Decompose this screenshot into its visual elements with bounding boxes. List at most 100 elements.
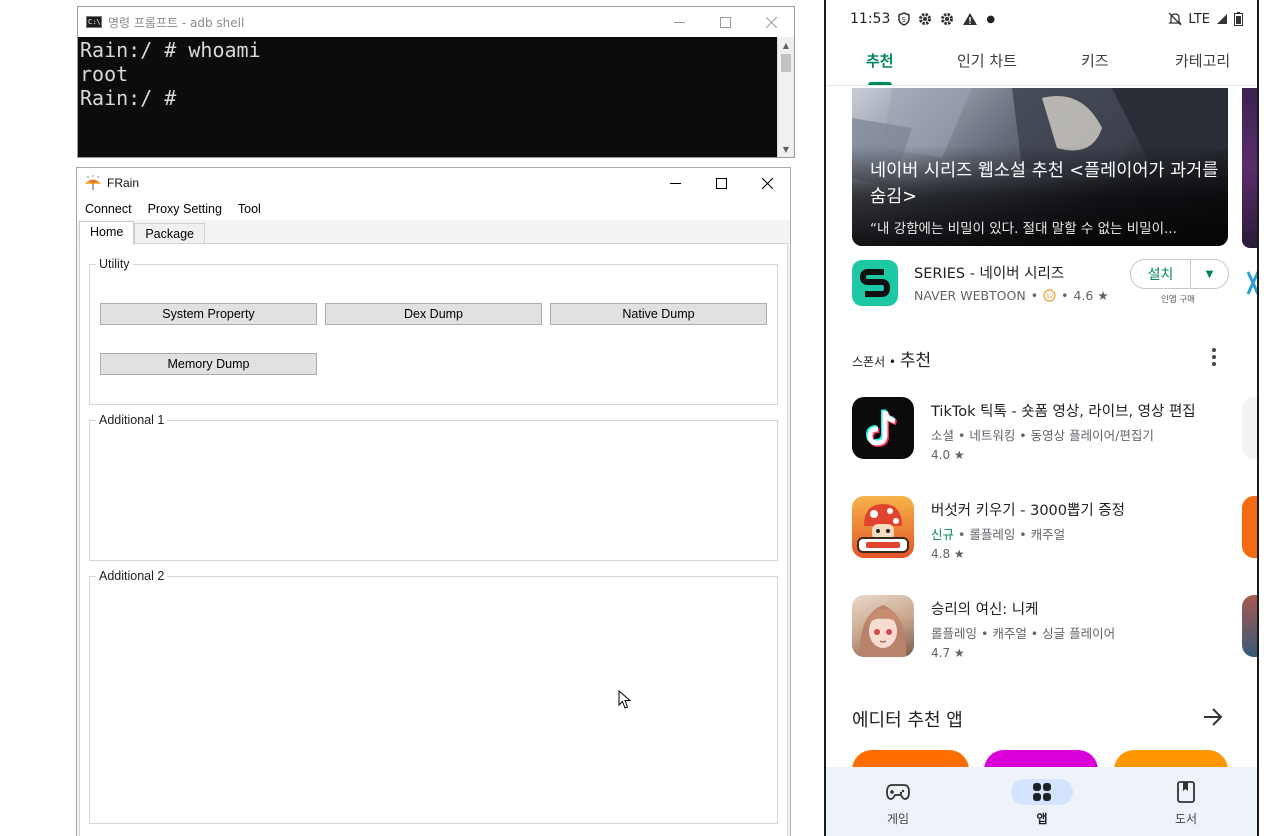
android-screen: 11:53 S ● LTE 추천 인기 차트 키즈 카테고리 네이버 시리즈 웹… bbox=[824, 0, 1259, 836]
more-options-icon[interactable] bbox=[1212, 348, 1216, 366]
inapp-purchase-label: 인앱 구매 bbox=[1161, 295, 1195, 305]
featured-app-rating: 4.6 ★ bbox=[1073, 288, 1109, 303]
sponsored-prefix: 스폰서 • bbox=[852, 355, 900, 369]
bottom-nav-games-label: 게임 bbox=[886, 812, 910, 826]
cmd-maximize-button[interactable] bbox=[702, 7, 748, 37]
frain-title: FRain bbox=[107, 176, 140, 190]
next-featured-peek-icon bbox=[1246, 271, 1257, 295]
menu-connect[interactable]: Connect bbox=[85, 202, 132, 216]
dot-icon: ● bbox=[986, 13, 996, 25]
native-dump-button[interactable]: Native Dump bbox=[550, 303, 767, 325]
featured-app-row[interactable]: SERIES - 네이버 시리즈 NAVER WEBTOON • 12 • 4.… bbox=[852, 258, 1242, 308]
app-name: 버섯커 키우기 - 3000뽑기 증정 bbox=[931, 503, 1125, 519]
top-nav: 추천 인기 차트 키즈 카테고리 bbox=[826, 38, 1257, 86]
scroll-thumb[interactable] bbox=[781, 54, 791, 72]
next-banner-peek[interactable] bbox=[1242, 88, 1257, 248]
tiktok-app-icon bbox=[852, 397, 914, 459]
network-label: LTE bbox=[1188, 11, 1210, 27]
console-output[interactable]: Rain:/ # whoami root Rain:/ # bbox=[78, 37, 778, 157]
console-line: root bbox=[80, 62, 129, 86]
close-icon bbox=[761, 177, 773, 189]
app-category: 소셜 • 네트워킹 • 동영상 플레이어/편집기 bbox=[931, 428, 1154, 443]
frain-close-button[interactable] bbox=[744, 168, 790, 198]
menu-proxy-setting[interactable]: Proxy Setting bbox=[148, 202, 222, 216]
next-app-peek[interactable] bbox=[1242, 496, 1257, 558]
separator-dot: • bbox=[1030, 288, 1039, 303]
menubar: Connect Proxy Setting Tool bbox=[77, 198, 790, 220]
dex-dump-button[interactable]: Dex Dump bbox=[325, 303, 542, 325]
battery-icon bbox=[1234, 12, 1243, 26]
app-rating: 4.0 ★ bbox=[931, 448, 965, 462]
series-app-icon bbox=[852, 260, 898, 306]
bottom-nav-games[interactable]: 게임 bbox=[858, 767, 938, 836]
memory-dump-button[interactable]: Memory Dump bbox=[100, 353, 317, 375]
cmd-window: C:\ 명령 프롬프트 - adb shell Rain:/ # whoami r… bbox=[77, 6, 795, 158]
maximize-icon bbox=[715, 177, 727, 189]
sponsored-section-title: 스폰서 • 추천 bbox=[852, 346, 931, 371]
app-name: 승리의 여신: 니케 bbox=[931, 602, 1039, 618]
system-property-button[interactable]: System Property bbox=[100, 303, 317, 325]
install-button[interactable]: 설치 bbox=[1131, 260, 1191, 288]
console-line: Rain:/ # whoami bbox=[80, 38, 261, 62]
list-item-nikke[interactable]: 승리의 여신: 니케 롤플레잉 • 캐주얼 • 싱글 플레이어 4.7 ★ bbox=[852, 595, 1252, 660]
maximize-icon bbox=[719, 16, 731, 28]
console-line: Rain:/ # bbox=[80, 86, 177, 110]
list-item-tiktok[interactable]: TikTok 틱톡 - 숏폼 영상, 라이브, 영상 편집 소셜 • 네트워킹 … bbox=[852, 397, 1252, 462]
arrow-right-icon[interactable] bbox=[1202, 707, 1224, 727]
next-app-peek[interactable] bbox=[1242, 397, 1257, 459]
banner-subtitle: “내 강함에는 비밀이 있다. 절대 말할 수 없는 비밀이... bbox=[870, 221, 1177, 237]
tab-package[interactable]: Package bbox=[134, 223, 205, 245]
cmd-minimize-button[interactable] bbox=[656, 7, 702, 37]
mouse-cursor-icon bbox=[618, 690, 632, 709]
frain-maximize-button[interactable] bbox=[698, 168, 744, 198]
nikke-app-icon bbox=[852, 595, 914, 657]
featured-app-name: SERIES - 네이버 시리즈 bbox=[914, 266, 1065, 282]
tab-kids[interactable]: 키즈 bbox=[1081, 50, 1109, 71]
bottom-nav-books-label: 도서 bbox=[1174, 812, 1198, 826]
cmd-titlebar[interactable]: C:\ 명령 프롬프트 - adb shell bbox=[78, 7, 794, 37]
additional2-group: Additional 2 bbox=[89, 569, 778, 824]
frain-window: FRain Connect Proxy Setting Tool Home Pa… bbox=[76, 167, 791, 836]
gamepad-icon bbox=[867, 779, 929, 805]
apps-grid-icon bbox=[1011, 779, 1073, 805]
tab-recommended[interactable]: 추천 bbox=[866, 50, 894, 71]
status-bar: 11:53 S ● LTE bbox=[826, 0, 1257, 38]
banner-title: 네이버 시리즈 웹소설 추천 <플레이어가 과거를 숨김> bbox=[870, 161, 1219, 207]
minimize-icon bbox=[673, 21, 685, 23]
install-dropdown-icon[interactable]: ▼ bbox=[1191, 269, 1228, 280]
minimize-icon bbox=[669, 182, 681, 184]
signal-icon bbox=[1217, 14, 1227, 24]
new-badge: 신규 bbox=[931, 527, 955, 542]
cmd-close-button[interactable] bbox=[748, 7, 794, 37]
tab-home[interactable]: Home bbox=[79, 221, 135, 245]
app-rating: 4.7 ★ bbox=[931, 646, 965, 660]
cmd-scrollbar[interactable]: ▲ ▼ bbox=[777, 37, 794, 157]
promo-banner[interactable]: 네이버 시리즈 웹소설 추천 <플레이어가 과거를 숨김> “내 강함에는 비밀… bbox=[852, 88, 1228, 246]
utility-group: Utility System Property Dex Dump Native … bbox=[89, 257, 778, 405]
cmd-title: 명령 프롬프트 - adb shell bbox=[108, 15, 245, 30]
app-rating: 4.8 ★ bbox=[931, 547, 965, 561]
book-icon bbox=[1155, 779, 1217, 805]
frain-titlebar[interactable]: FRain bbox=[77, 168, 790, 198]
scroll-up-icon[interactable]: ▲ bbox=[778, 37, 794, 53]
gear-icon bbox=[919, 13, 932, 25]
next-app-peek[interactable] bbox=[1242, 595, 1257, 657]
home-panel: Utility System Property Dex Dump Native … bbox=[79, 243, 788, 836]
scroll-down-icon[interactable]: ▼ bbox=[778, 141, 794, 157]
bottom-nav: 게임 앱 도서 bbox=[826, 767, 1257, 836]
bottom-nav-apps[interactable]: 앱 bbox=[1002, 767, 1082, 836]
tab-categories[interactable]: 카테고리 bbox=[1175, 50, 1230, 71]
umbrella-icon bbox=[85, 175, 101, 190]
menu-tool[interactable]: Tool bbox=[238, 202, 261, 216]
list-item-mushroom-game[interactable]: 버섯커 키우기 - 3000뽑기 증정 신규 • 롤플레잉 • 캐주얼 4.8 … bbox=[852, 496, 1252, 561]
frain-minimize-button[interactable] bbox=[652, 168, 698, 198]
mushroom-game-app-icon bbox=[852, 496, 914, 558]
tab-top-charts[interactable]: 인기 차트 bbox=[957, 50, 1017, 71]
warning-icon bbox=[963, 13, 978, 25]
sponsored-title: 추천 bbox=[899, 351, 932, 371]
bottom-nav-books[interactable]: 도서 bbox=[1146, 767, 1226, 836]
featured-app-meta: NAVER WEBTOON • 12 • 4.6 ★ bbox=[914, 288, 1109, 303]
age-rating-icon: 12 bbox=[1043, 289, 1056, 302]
utility-label: Utility bbox=[96, 257, 133, 271]
additional1-label: Additional 1 bbox=[96, 413, 168, 427]
